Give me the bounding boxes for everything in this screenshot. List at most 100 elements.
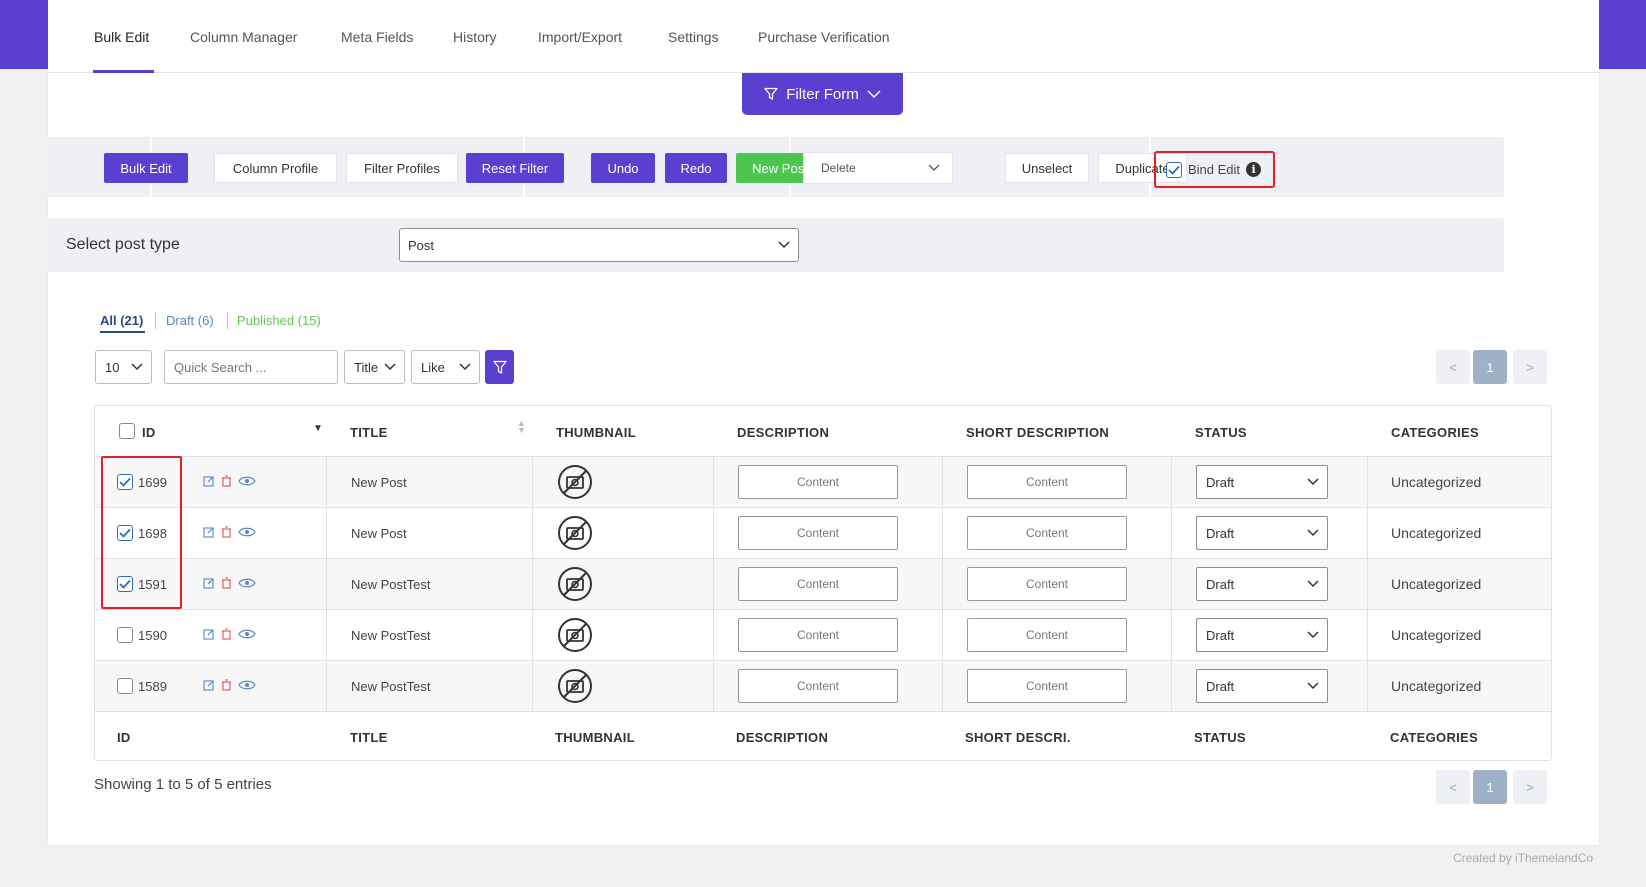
- tab-settings[interactable]: Settings: [668, 29, 719, 45]
- undo-button[interactable]: Undo: [591, 153, 655, 183]
- trash-icon[interactable]: [221, 628, 232, 640]
- status-select[interactable]: Draft: [1196, 516, 1328, 550]
- description-edit-button[interactable]: Content: [738, 516, 898, 550]
- status-select[interactable]: Draft: [1196, 567, 1328, 601]
- edit-icon[interactable]: [203, 628, 215, 640]
- bind-edit-checkbox[interactable]: [1166, 162, 1182, 178]
- search-field-value: Title: [354, 360, 378, 375]
- row-id: 1590: [138, 628, 167, 643]
- pagination-prev[interactable]: <: [1436, 770, 1470, 804]
- search-field-select[interactable]: Title: [344, 350, 405, 384]
- row-actions: [203, 577, 256, 589]
- description-edit-button[interactable]: Content: [738, 465, 898, 499]
- footer-id: ID: [117, 730, 131, 745]
- delete-select-value: Delete: [821, 161, 856, 175]
- unselect-button[interactable]: Unselect: [1005, 153, 1089, 183]
- bulk-edit-button[interactable]: Bulk Edit: [104, 153, 188, 183]
- eye-icon[interactable]: [238, 475, 256, 487]
- short-description-edit-button[interactable]: Content: [967, 567, 1127, 601]
- status-filter-draft[interactable]: Draft (6): [166, 313, 214, 328]
- description-edit-button[interactable]: Content: [738, 567, 898, 601]
- trash-icon[interactable]: [221, 679, 232, 691]
- trash-icon[interactable]: [221, 475, 232, 487]
- row-checkbox[interactable]: [117, 678, 133, 694]
- pagination-current[interactable]: 1: [1473, 770, 1507, 804]
- info-icon[interactable]: i: [1246, 162, 1261, 177]
- header-title[interactable]: TITLE: [350, 425, 388, 440]
- row-checkbox[interactable]: [117, 525, 133, 541]
- column-profile-button[interactable]: Column Profile: [214, 153, 337, 183]
- post-type-label: Select post type: [66, 236, 180, 254]
- short-description-edit-button[interactable]: Content: [967, 669, 1127, 703]
- sort-down-icon[interactable]: ▼: [313, 423, 323, 434]
- status-select[interactable]: Draft: [1196, 669, 1328, 703]
- short-description-edit-button[interactable]: Content: [967, 465, 1127, 499]
- footer-status: STATUS: [1194, 730, 1246, 745]
- description-edit-button[interactable]: Content: [738, 669, 898, 703]
- pagination-current[interactable]: 1: [1473, 350, 1507, 384]
- funnel-icon: [493, 360, 507, 375]
- tab-bulk-edit[interactable]: Bulk Edit: [94, 29, 149, 45]
- tab-meta-fields[interactable]: Meta Fields: [341, 29, 413, 45]
- chevron-down-icon: [384, 362, 396, 371]
- chevron-down-icon: [1307, 681, 1319, 690]
- status-select-value: Draft: [1206, 628, 1234, 643]
- eye-icon[interactable]: [238, 577, 256, 589]
- column-divider: [713, 456, 714, 712]
- tab-history[interactable]: History: [453, 29, 497, 45]
- redo-button[interactable]: Redo: [665, 153, 727, 183]
- edit-icon[interactable]: [203, 679, 215, 691]
- trash-icon[interactable]: [221, 577, 232, 589]
- eye-icon[interactable]: [238, 526, 256, 538]
- row-checkbox[interactable]: [117, 627, 133, 643]
- delete-select[interactable]: Delete: [803, 152, 953, 184]
- search-operator-value: Like: [421, 360, 445, 375]
- pagination-next[interactable]: >: [1513, 770, 1547, 804]
- trash-icon[interactable]: [221, 526, 232, 538]
- sort-icon[interactable]: ▲▼: [517, 420, 526, 434]
- tab-import-export[interactable]: Import/Export: [538, 29, 622, 45]
- column-divider: [1367, 456, 1368, 712]
- row-title: New Post: [351, 526, 407, 541]
- pagination-prev[interactable]: <: [1436, 350, 1470, 384]
- status-select[interactable]: Draft: [1196, 465, 1328, 499]
- quick-search-input[interactable]: Quick Search ...: [164, 350, 338, 384]
- row-actions: [203, 526, 256, 538]
- status-filter-published[interactable]: Published (15): [237, 313, 321, 328]
- edit-icon[interactable]: [203, 577, 215, 589]
- eye-icon[interactable]: [238, 628, 256, 640]
- tab-purchase-verification[interactable]: Purchase Verification: [758, 29, 890, 45]
- row-category: Uncategorized: [1391, 474, 1481, 490]
- eye-icon[interactable]: [238, 679, 256, 691]
- row-checkbox[interactable]: [117, 474, 133, 490]
- header-description: DESCRIPTION: [737, 425, 829, 440]
- footer-categories: CATEGORIES: [1390, 730, 1478, 745]
- chevron-down-icon: [928, 163, 940, 172]
- short-description-edit-button[interactable]: Content: [967, 516, 1127, 550]
- pagination-next[interactable]: >: [1513, 350, 1547, 384]
- table-row: 1591 New PostTest Content Content Draft …: [95, 558, 1551, 609]
- edit-icon[interactable]: [203, 475, 215, 487]
- row-checkbox[interactable]: [117, 576, 133, 592]
- row-id: 1591: [138, 577, 167, 592]
- post-type-select[interactable]: Post: [399, 228, 799, 262]
- status-select-value: Draft: [1206, 679, 1234, 694]
- chevron-down-icon: [778, 240, 790, 249]
- bind-edit-toggle[interactable]: Bind Edit i: [1154, 151, 1275, 188]
- search-operator-select[interactable]: Like: [411, 350, 480, 384]
- no-image-icon: [557, 464, 593, 500]
- per-page-select[interactable]: 10: [95, 350, 152, 384]
- status-select-value: Draft: [1206, 475, 1234, 490]
- filter-form-button[interactable]: Filter Form: [742, 73, 903, 115]
- edit-icon[interactable]: [203, 526, 215, 538]
- header-id[interactable]: ID: [142, 425, 156, 440]
- description-edit-button[interactable]: Content: [738, 618, 898, 652]
- status-filter-all[interactable]: All (21): [100, 313, 143, 328]
- filter-profiles-button[interactable]: Filter Profiles: [346, 153, 458, 183]
- short-description-edit-button[interactable]: Content: [967, 618, 1127, 652]
- quick-filter-button[interactable]: [485, 350, 514, 384]
- select-all-checkbox[interactable]: [119, 423, 135, 439]
- tab-column-manager[interactable]: Column Manager: [190, 29, 297, 45]
- reset-filter-button[interactable]: Reset Filter: [466, 153, 564, 183]
- status-select[interactable]: Draft: [1196, 618, 1328, 652]
